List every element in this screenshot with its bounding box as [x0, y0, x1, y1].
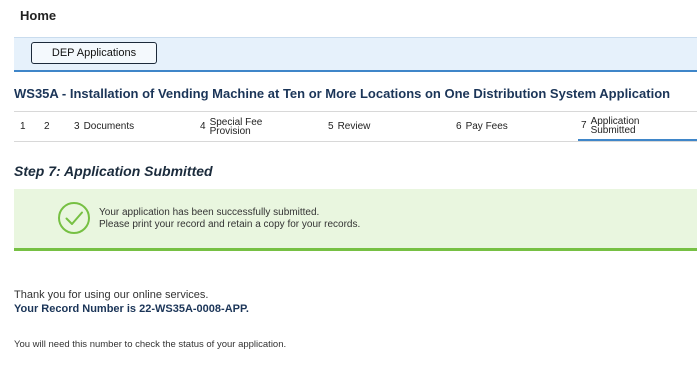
- application-title: WS35A - Installation of Vending Machine …: [14, 86, 671, 101]
- record-number: Your Record Number is 22-WS35A-0008-APP.: [14, 303, 249, 315]
- step-7-label: Application Submitted: [590, 116, 640, 136]
- success-message-box: Your application has been successfully s…: [14, 189, 697, 251]
- step-2[interactable]: 2: [44, 112, 64, 141]
- step-4[interactable]: 4 Special Fee Provision: [200, 112, 320, 141]
- step-5[interactable]: 5 Review: [328, 112, 448, 141]
- step-4-number: 4: [200, 121, 206, 132]
- step-3-label: Documents: [83, 121, 135, 132]
- success-line-2: Please print your record and retain a co…: [99, 219, 361, 230]
- thank-you-text: Thank you for using our online services.: [14, 289, 209, 301]
- step-3[interactable]: 3 Documents: [74, 112, 194, 141]
- dep-applications-button[interactable]: DEP Applications: [31, 42, 157, 64]
- step-5-label: Review: [337, 121, 371, 132]
- success-line-1: Your application has been successfully s…: [99, 207, 320, 218]
- step-6-label: Pay Fees: [465, 121, 508, 132]
- dep-applications-bar: DEP Applications: [14, 37, 697, 72]
- step-heading: Step 7: Application Submitted: [14, 163, 213, 179]
- status-note: You will need this number to check the s…: [14, 339, 287, 350]
- breadcrumb-home[interactable]: Home: [20, 8, 56, 23]
- step-4-label-line2: Provision: [209, 125, 251, 137]
- step-6[interactable]: 6 Pay Fees: [456, 112, 576, 141]
- check-circle-icon: [58, 202, 90, 234]
- step-navigation: 1 2 3 Documents 4 Special Fee Provision …: [14, 111, 697, 142]
- step-5-number: 5: [328, 121, 334, 132]
- step-6-number: 6: [456, 121, 462, 132]
- step-1[interactable]: 1: [20, 112, 40, 141]
- step-7-label-line2: Submitted: [590, 124, 636, 136]
- step-7-number: 7: [581, 120, 587, 131]
- success-message: Your application has been successfully s…: [99, 207, 360, 231]
- step-7[interactable]: 7 Application Submitted: [578, 112, 697, 141]
- step-4-label: Special Fee Provision: [209, 117, 263, 137]
- step-2-number: 2: [44, 121, 50, 132]
- step-3-number: 3: [74, 121, 80, 132]
- step-1-number: 1: [20, 121, 26, 132]
